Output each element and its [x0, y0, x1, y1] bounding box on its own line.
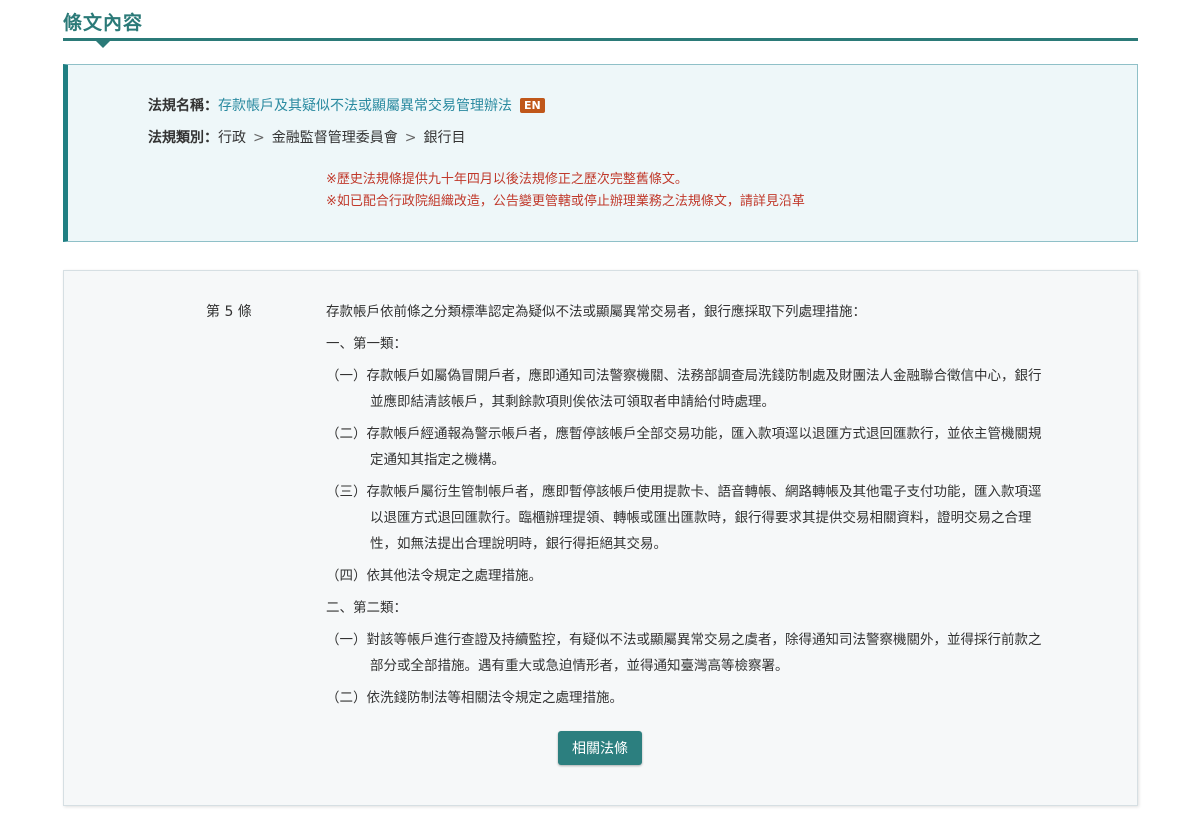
- law-name-label: 法規名稱：: [148, 98, 218, 114]
- related-articles-button[interactable]: 相關法條: [558, 731, 642, 765]
- note-history: ※歷史法規條提供九十年四月以後法規修正之歷次完整舊條文。: [326, 172, 688, 187]
- law-category-label: 法規類別：: [148, 130, 218, 146]
- article-intro: 存款帳戶依前條之分類標準認定為疑似不法或顯屬異常交易者，銀行應採取下列處理措施：: [326, 304, 866, 320]
- english-version-badge[interactable]: EN: [520, 98, 545, 113]
- clause-item: （一）存款帳戶如屬偽冒開戶者，應即通知司法警察機關、法務部調查局洗錢防制處及財團…: [326, 368, 1042, 410]
- section-divider: [63, 38, 1138, 41]
- section-caret-icon: [96, 41, 110, 48]
- section-heading-1: 一、第一類：: [326, 336, 407, 352]
- clause-item: （四）依其他法令規定之處理措施。: [326, 568, 542, 584]
- section-heading-2: 二、第二類：: [326, 600, 407, 616]
- article-panel: 第 5 條 存款帳戶依前條之分類標準認定為疑似不法或顯屬異常交易者，銀行應採取下…: [63, 270, 1138, 806]
- category-crumb-1: 行政: [218, 130, 246, 146]
- history-notes: ※歷史法規條提供九十年四月以後法規修正之歷次完整舊條文。 ※如已配合行政院組織改…: [326, 169, 805, 213]
- clause-item: （二）依洗錢防制法等相關法令規定之處理措施。: [326, 690, 623, 706]
- crumb-separator: >: [253, 130, 265, 146]
- law-info-panel: 法規名稱：存款帳戶及其疑似不法或顯屬異常交易管理辦法 EN 法規類別：行政 > 金融監…: [63, 64, 1138, 242]
- article-content: 存款帳戶依前條之分類標準認定為疑似不法或顯屬異常交易者，銀行應採取下列處理措施：…: [326, 299, 1046, 717]
- category-crumb-3: 銀行目: [423, 130, 466, 146]
- note-reorganization: ※如已配合行政院組織改造，公告變更管轄或停止辦理業務之法規條文，請詳見沿革: [326, 194, 805, 209]
- section-header: 條文內容: [63, 0, 1138, 48]
- clause-item: （一）對該等帳戶進行查證及持續監控，有疑似不法或顯屬異常交易之虞者，除得通知司法…: [326, 632, 1042, 674]
- clause-item: （三）存款帳戶屬衍生管制帳戶者，應即暫停該帳戶使用提款卡、語音轉帳、網路轉帳及其…: [326, 484, 1042, 552]
- clause-item: （二）存款帳戶經通報為警示帳戶者，應暫停該帳戶全部交易功能，匯入款項逕以退匯方式…: [326, 426, 1042, 468]
- crumb-separator: >: [404, 130, 417, 146]
- category-crumb-2: 金融監督管理委員會: [271, 130, 398, 146]
- article-number: 第 5 條: [206, 304, 252, 320]
- law-name-row: 法規名稱：存款帳戶及其疑似不法或顯屬異常交易管理辦法 EN: [148, 95, 545, 115]
- section-title: 條文內容: [63, 12, 144, 34]
- law-name-link[interactable]: 存款帳戶及其疑似不法或顯屬異常交易管理辦法: [218, 98, 512, 114]
- law-category-row: 法規類別：行政 > 金融監督管理委員會 > 銀行目: [148, 127, 465, 147]
